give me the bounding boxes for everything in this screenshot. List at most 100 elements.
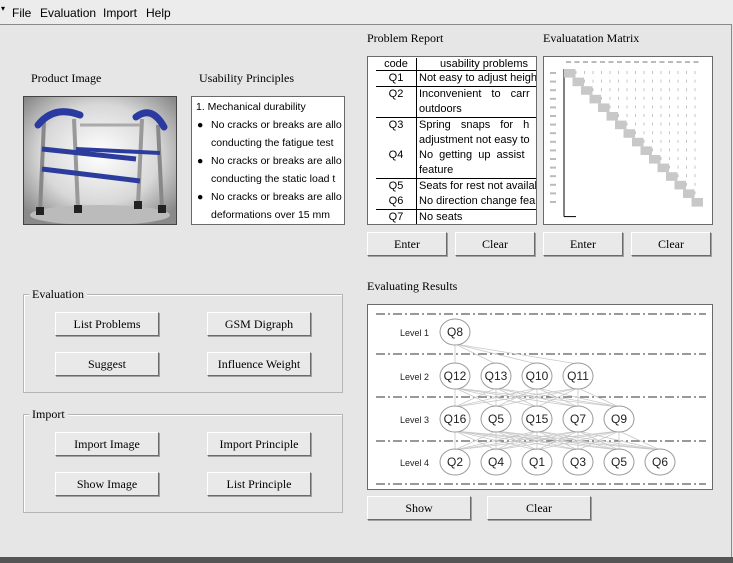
window-bottom-edge <box>0 557 733 563</box>
matrix-clear-button[interactable]: Clear <box>631 232 711 256</box>
matrix-cell <box>626 71 628 74</box>
matrix-cell <box>686 182 687 186</box>
usability-principles-list[interactable]: 1. Mechanical durability ● No cracks or … <box>191 96 345 225</box>
row-code: Q7 <box>376 209 417 224</box>
matrix-cell <box>686 174 687 178</box>
problem-report-table[interactable]: code usability problems Q1 Not easy to a… <box>367 56 537 225</box>
matrix-cell <box>601 79 602 83</box>
matrix-cell <box>643 79 645 83</box>
matrix-cell <box>694 122 696 126</box>
usability-principles-label: Usability Principles <box>199 71 294 85</box>
bullet-icon: ● <box>197 191 204 203</box>
matrix-diagonal-cell <box>657 163 669 173</box>
matrix-cell <box>643 105 645 109</box>
matrix-diagonal-cell <box>691 198 703 207</box>
matrix-cell <box>660 139 662 143</box>
matrix-cell <box>635 88 636 92</box>
matrix-cell <box>694 182 696 186</box>
matrix-cell <box>618 71 619 74</box>
show-image-button[interactable]: Show Image <box>55 472 159 496</box>
principle-line: deformations over 15 mm <box>211 209 331 221</box>
matrix-cell <box>609 88 611 92</box>
results-clear-button[interactable]: Clear <box>487 496 591 520</box>
gsm-digraph-button[interactable]: GSM Digraph <box>207 312 311 336</box>
matrix-cell <box>694 148 696 152</box>
matrix-cell <box>669 114 670 117</box>
digraph-node-label: Q15 <box>526 412 549 426</box>
matrix-cell <box>677 79 679 83</box>
matrix-cell <box>677 174 679 178</box>
matrix-cell <box>669 131 670 135</box>
menu-evaluation[interactable]: Evaluation <box>40 6 96 20</box>
matrix-col-label <box>651 61 656 63</box>
matrix-col-label <box>668 61 673 63</box>
influence-weight-button[interactable]: Influence Weight <box>207 352 311 376</box>
matrix-cell <box>652 148 653 152</box>
matrix-diagonal-cell <box>572 77 584 87</box>
matrix-cell <box>626 122 628 126</box>
evaluation-group <box>23 294 343 393</box>
matrix-cell <box>686 71 687 74</box>
matrix-cell <box>669 96 670 100</box>
digraph-node-label: Q13 <box>485 369 508 383</box>
table-row: Q3 Spring snaps for h adjustment not easy… <box>376 117 536 148</box>
import-image-button[interactable]: Import Image <box>55 432 159 456</box>
table-row: Q7 No seats <box>376 209 536 224</box>
list-principle-button[interactable]: List Principle <box>207 472 311 496</box>
matrix-cell <box>694 174 696 178</box>
digraph-node-label: Q2 <box>447 455 463 469</box>
matrix-cell <box>618 114 619 117</box>
menu-file[interactable]: File <box>12 6 31 20</box>
gsm-digraph: Level 1 Q8 Level 2 Q12 Q13 Q10 Q11 Level 3 Q16 Q5… <box>376 313 706 485</box>
problem-report-clear-button[interactable]: Clear <box>455 232 535 256</box>
matrix-row-label <box>550 166 556 169</box>
suggest-button[interactable]: Suggest <box>55 352 159 376</box>
matrix-cell <box>677 114 679 117</box>
matrix-row-label <box>550 97 556 100</box>
product-image <box>23 96 177 225</box>
evaluating-results-panel[interactable]: Level 1 Q8 Level 2 Q12 Q13 Q10 Q11 Level 3 Q16 Q5… <box>367 304 713 490</box>
matrix-enter-button[interactable]: Enter <box>543 232 623 256</box>
column-header-code: code <box>376 58 417 71</box>
matrix-cell <box>652 88 653 92</box>
matrix-diagonal-cell <box>606 112 618 121</box>
import-principle-button[interactable]: Import Principle <box>207 432 311 456</box>
matrix-diagonal-cell <box>598 103 610 112</box>
level-label: Level 4 <box>400 458 429 468</box>
matrix-cell <box>635 96 636 100</box>
matrix-cell <box>635 122 636 126</box>
matrix-cell <box>669 122 670 126</box>
matrix-cell <box>601 71 602 74</box>
matrix-cell <box>643 96 645 100</box>
menu-help[interactable]: Help <box>146 6 171 20</box>
row-problem: No seats <box>419 211 463 223</box>
matrix-cell <box>677 88 679 92</box>
matrix-cell <box>652 79 653 83</box>
matrix-cell <box>609 105 611 109</box>
matrix-row-label <box>550 175 556 178</box>
matrix-col-label <box>617 61 622 63</box>
matrix-cell <box>652 114 653 117</box>
matrix-cell <box>677 105 679 109</box>
results-show-button[interactable]: Show <box>367 496 471 520</box>
matrix-cell <box>643 114 645 117</box>
matrix-cell <box>643 71 645 74</box>
digraph-node-label: Q10 <box>526 369 549 383</box>
digraph-node-label: Q12 <box>444 369 467 383</box>
digraph-node-label: Q3 <box>570 455 586 469</box>
matrix-cell <box>677 165 679 169</box>
digraph-node-label: Q6 <box>652 455 668 469</box>
matrix-cell <box>669 79 670 83</box>
digraph-node-label: Q5 <box>488 412 504 426</box>
matrix-row-label <box>550 149 556 152</box>
matrix-cell <box>694 139 696 143</box>
problem-report-enter-button[interactable]: Enter <box>367 232 447 256</box>
evaluation-matrix[interactable] <box>543 56 713 225</box>
matrix-row-label <box>550 106 556 109</box>
matrix-cell <box>618 79 619 83</box>
list-problems-button[interactable]: List Problems <box>55 312 159 336</box>
import-group-title: Import <box>29 407 68 422</box>
matrix-cell <box>660 148 662 152</box>
matrix-col-label <box>591 61 597 63</box>
menu-import[interactable]: Import <box>103 6 137 20</box>
